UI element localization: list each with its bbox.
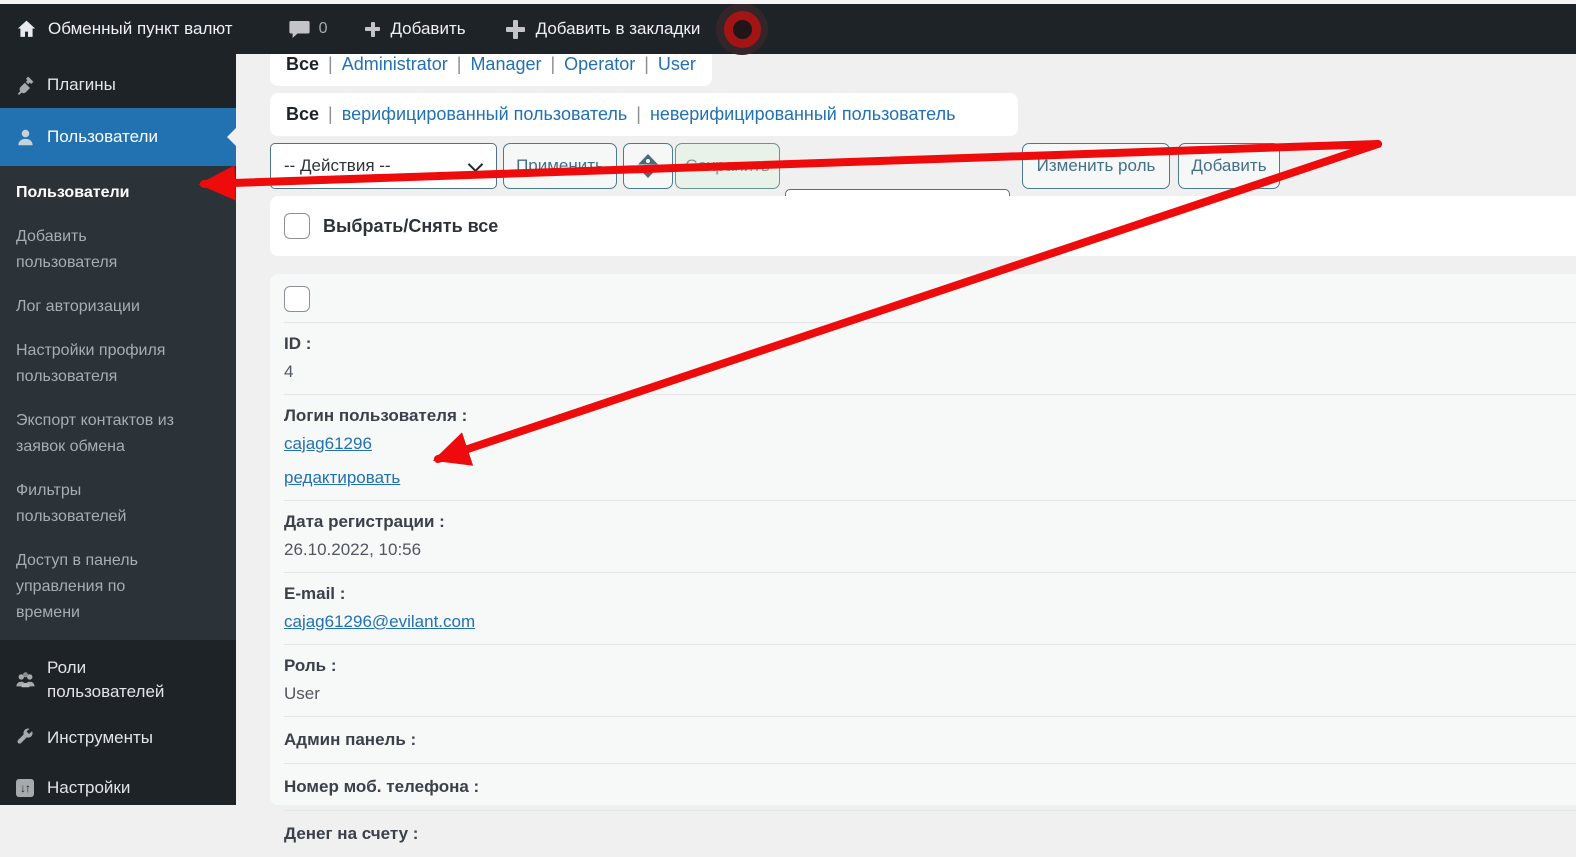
submenu-item-panel-access[interactable]: Доступ в панель управления по времени [16,548,188,626]
bulk-actions-value: -- Действия -- [284,156,391,175]
add-bookmark-button[interactable]: Добавить в закладки [505,19,701,39]
sort-icon [637,153,659,179]
user-card: ID : 4 Логин пользователя : cajag61296 р… [270,274,1576,843]
role-filter-administrator[interactable]: Administrator [342,54,448,75]
submenu-item-profile-settings[interactable]: Настройки профиля пользователя [16,338,188,390]
admin-sidebar: Плагины Пользователи Пользователи Добави… [0,54,236,805]
role-filter-user[interactable]: User [658,54,696,75]
phone-label: Номер моб. телефона : [284,777,480,796]
record-ring [723,10,761,48]
plugin-icon [14,74,36,96]
login-label: Логин пользователя : [284,406,468,425]
sort-order-button[interactable] [623,143,673,189]
settings-icon: ↓↑ [14,777,36,799]
plus-icon [505,19,525,39]
verification-filter-verified[interactable]: верифицированный пользователь [342,104,628,125]
comment-count: 0 [318,20,328,37]
verification-filter-unverified[interactable]: неверифицированный пользователь [650,104,956,125]
add-user-button[interactable]: Добавить [1178,143,1280,189]
sidebar-item-label: Пользователи [47,127,158,146]
add-label: Добавить [1191,156,1267,175]
money-label: Денег на счету : [284,824,419,843]
window-edge [0,0,1576,4]
home-icon [16,19,37,40]
submenu-item-auth-log[interactable]: Лог авторизации [16,294,188,320]
sidebar-item-plugins[interactable]: Плагины [0,62,236,108]
sidebar-item-settings[interactable]: ↓↑ Настройки [0,776,236,800]
user-icon [14,126,36,148]
change-role-button[interactable]: Изменить роль [1022,143,1170,189]
id-value: 4 [284,362,294,381]
groups-icon [14,669,36,691]
submenu-item-users[interactable]: Пользователи [16,180,188,206]
sidebar-item-roles[interactable]: Роли пользователей [0,656,236,704]
save-label: Сохранить [685,156,770,175]
role-filter-operator[interactable]: Operator [564,54,635,75]
users-submenu: Пользователи Добавить пользователя Лог а… [0,166,236,640]
user-id-row: ID : 4 [284,322,1576,394]
regdate-value: 26.10.2022, 10:56 [284,540,422,559]
bulk-actions-select[interactable]: -- Действия -- [270,143,497,189]
admin-bar: Обменный пункт валют 0 Добавить Добавить… [0,3,1576,55]
comment-icon [288,20,310,39]
user-login-row: Логин пользователя : cajag61296 редактир… [284,394,1576,500]
verification-filter-card: Все | верифицированный пользователь | не… [270,93,1018,136]
user-regdate-row: Дата регистрации : 26.10.2022, 10:56 [284,500,1576,572]
comments-button[interactable]: 0 [288,20,328,39]
wrench-icon [14,727,36,749]
separator: | [328,104,333,124]
role-value: User [284,684,320,703]
separator: | [644,54,649,74]
email-link[interactable]: cajag61296@evilant.com [284,611,475,632]
regdate-label: Дата регистрации : [284,512,445,531]
user-phone-row: Номер моб. телефона : [284,763,1576,810]
edit-user-link[interactable]: редактировать [284,467,400,488]
site-title: Обменный пункт валют [48,19,233,38]
id-label: ID : [284,334,312,353]
apply-label: Применить [516,156,604,175]
user-money-row: Денег на счету : [284,810,1576,857]
submenu-item-user-filters[interactable]: Фильтры пользователей [16,478,188,530]
sidebar-item-tools[interactable]: Инструменты [0,726,236,750]
select-all-checkbox[interactable] [284,213,310,239]
sidebar-item-label: Инструменты [47,728,154,747]
sidebar-item-label: Роли пользователей [47,658,165,701]
email-label: E-mail : [284,584,346,603]
adminpanel-label: Админ панель : [284,730,417,749]
login-link[interactable]: cajag61296 [284,433,372,454]
user-row-checkbox[interactable] [284,286,310,312]
site-home-link[interactable]: Обменный пункт валют [16,19,233,40]
submenu-item-export-contacts[interactable]: Экспорт контактов из заявок обмена [16,408,188,460]
select-all-row: Выбрать/Снять все [270,196,1576,256]
separator: | [328,54,333,74]
role-filter-all[interactable]: Все [286,54,319,75]
add-new-label: Добавить [390,19,466,38]
sidebar-item-users[interactable]: Пользователи [0,108,236,166]
role-label: Роль : [284,656,337,675]
user-email-row: E-mail : cajag61296@evilant.com [284,572,1576,644]
separator: | [636,104,641,124]
user-adminpanel-row: Админ панель : [284,716,1576,763]
save-button[interactable]: Сохранить [675,143,780,189]
record-indicator-icon[interactable] [716,3,769,55]
submenu-item-add-user[interactable]: Добавить пользователя [16,224,188,276]
change-role-label: Изменить роль [1036,156,1156,175]
user-role-row: Роль : User [284,644,1576,716]
sidebar-item-label: Плагины [47,75,116,94]
separator: | [550,54,556,74]
separator: | [456,54,462,74]
sidebar-item-label: Настройки [47,778,131,797]
apply-button[interactable]: Применить [503,143,617,189]
select-all-label: Выбрать/Снять все [323,215,499,236]
add-bookmark-label: Добавить в закладки [535,19,701,38]
role-filter-manager[interactable]: Manager [470,54,541,75]
chevron-down-icon [467,156,484,173]
add-new-button[interactable]: Добавить [365,19,466,39]
plus-icon [365,21,381,37]
verification-filter-all[interactable]: Все [286,104,319,125]
